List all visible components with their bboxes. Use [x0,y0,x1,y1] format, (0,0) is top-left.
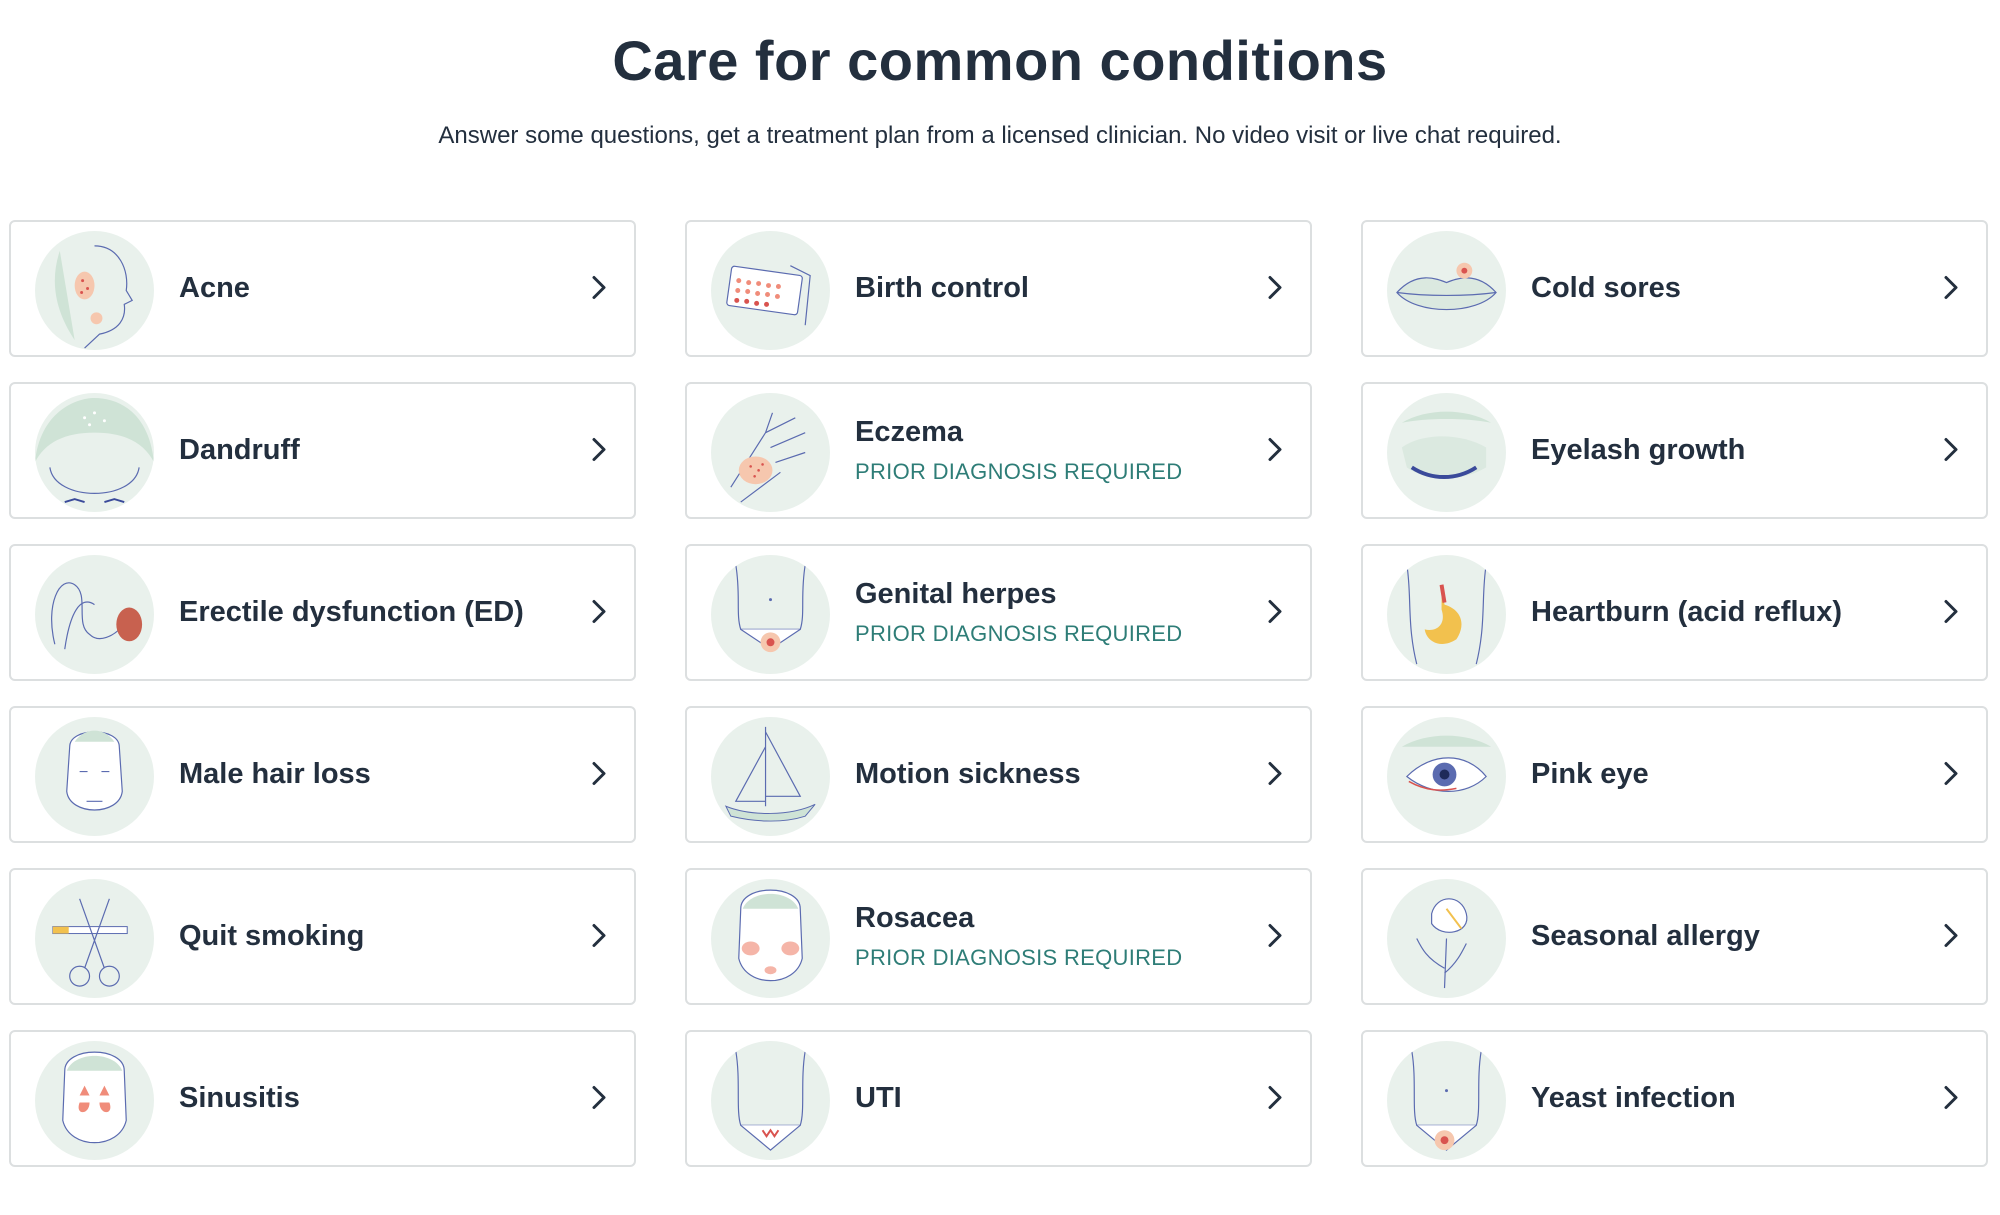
lips-icon [1387,231,1506,350]
chevron-right-icon [584,272,614,302]
card-text: Male hair loss [179,708,371,841]
chevron-right-icon [1260,920,1290,950]
condition-card-heartburn-acid-reflux[interactable]: Heartburn (acid reflux) [1361,544,1988,681]
conditions-grid: Acne Birth control Cold sores Dandruff Eczem… [9,220,1989,1167]
condition-name: Heartburn (acid reflux) [1531,596,1842,628]
condition-card-quit-smoking[interactable]: Quit smoking [9,868,636,1005]
condition-name: Cold sores [1531,272,1681,304]
card-text: Eczema PRIOR DIAGNOSIS REQUIRED [855,384,1182,517]
chevron-right-icon [1936,596,1966,626]
card-text: Yeast infection [1531,1032,1736,1165]
prior-diagnosis-badge: PRIOR DIAGNOSIS REQUIRED [855,621,1183,646]
condition-card-eyelash-growth[interactable]: Eyelash growth [1361,382,1988,519]
card-text: Dandruff [179,384,300,517]
condition-name: Birth control [855,272,1029,304]
condition-card-rosacea[interactable]: Rosacea PRIOR DIAGNOSIS REQUIRED [685,868,1312,1005]
condition-card-uti[interactable]: UTI [685,1030,1312,1167]
condition-name: Sinusitis [179,1082,300,1114]
acne-face-icon [35,231,154,350]
condition-name: Motion sickness [855,758,1081,790]
condition-card-pink-eye[interactable]: Pink eye [1361,706,1988,843]
condition-name: Genital herpes [855,578,1057,610]
card-text: Eyelash growth [1531,384,1745,517]
condition-card-cold-sores[interactable]: Cold sores [1361,220,1988,357]
condition-name: Dandruff [179,434,300,466]
chevron-right-icon [1936,758,1966,788]
condition-name: Rosacea [855,902,975,934]
chevron-right-icon [1936,1082,1966,1112]
sinus-face-icon [35,1041,154,1160]
chevron-right-icon [584,920,614,950]
card-text: UTI [855,1032,902,1165]
condition-name: Pink eye [1531,758,1649,790]
closed-eye-icon [1387,393,1506,512]
scalp-icon [35,393,154,512]
condition-card-motion-sickness[interactable]: Motion sickness [685,706,1312,843]
chevron-right-icon [584,434,614,464]
card-text: Erectile dysfunction (ED) [179,546,524,679]
page-subtitle: Answer some questions, get a treatment p… [438,122,1562,149]
card-text: Seasonal allergy [1531,870,1760,1003]
lower-torso-icon [711,1041,830,1160]
condition-name: Male hair loss [179,758,371,790]
torso-spot-icon [1387,1041,1506,1160]
chevron-right-icon [1260,596,1290,626]
chevron-right-icon [1260,272,1290,302]
card-text: Heartburn (acid reflux) [1531,546,1842,679]
flushed-face-icon [711,879,830,998]
prior-diagnosis-badge: PRIOR DIAGNOSIS REQUIRED [855,459,1183,484]
chevron-right-icon [1260,1082,1290,1112]
condition-card-male-hair-loss[interactable]: Male hair loss [9,706,636,843]
condition-name: Quit smoking [179,920,365,952]
condition-card-genital-herpes[interactable]: Genital herpes PRIOR DIAGNOSIS REQUIRED [685,544,1312,681]
chevron-right-icon [584,596,614,626]
card-text: Acne [179,222,250,355]
condition-card-acne[interactable]: Acne [9,220,636,357]
stomach-icon [1387,555,1506,674]
condition-name: Eczema [855,416,964,448]
card-text: Motion sickness [855,708,1081,841]
chevron-right-icon [1260,434,1290,464]
condition-card-dandruff[interactable]: Dandruff [9,382,636,519]
card-text: Rosacea PRIOR DIAGNOSIS REQUIRED [855,870,1182,1003]
sailboat-icon [711,717,830,836]
condition-name: Eyelash growth [1531,434,1746,466]
card-text: Sinusitis [179,1032,300,1165]
chevron-right-icon [1936,920,1966,950]
condition-card-seasonal-allergy[interactable]: Seasonal allergy [1361,868,1988,1005]
pill-pack-icon [711,231,830,350]
page-title: Care for common conditions [612,29,1388,92]
flower-icon [1387,879,1506,998]
condition-name: Acne [179,272,250,304]
prior-diagnosis-badge: PRIOR DIAGNOSIS REQUIRED [855,945,1183,970]
condition-name: UTI [855,1082,902,1114]
chevron-right-icon [584,1082,614,1112]
card-text: Pink eye [1531,708,1649,841]
card-text: Cold sores [1531,222,1681,355]
chevron-right-icon [1936,272,1966,302]
card-text: Birth control [855,222,1029,355]
condition-card-birth-control[interactable]: Birth control [685,220,1312,357]
card-text: Quit smoking [179,870,364,1003]
scissors-cigarette-icon [35,879,154,998]
chevron-right-icon [1260,758,1290,788]
condition-name: Erectile dysfunction (ED) [179,596,524,628]
condition-card-yeast-infection[interactable]: Yeast infection [1361,1030,1988,1167]
pelvis-spot-icon [711,555,830,674]
condition-card-erectile-dysfunction-ed[interactable]: Erectile dysfunction (ED) [9,544,636,681]
condition-card-sinusitis[interactable]: Sinusitis [9,1030,636,1167]
chevron-right-icon [1936,434,1966,464]
condition-card-eczema[interactable]: Eczema PRIOR DIAGNOSIS REQUIRED [685,382,1312,519]
ed-icon [35,555,154,674]
male-face-icon [35,717,154,836]
eye-icon [1387,717,1506,836]
condition-name: Yeast infection [1531,1082,1736,1114]
hand-rash-icon [711,393,830,512]
card-text: Genital herpes PRIOR DIAGNOSIS REQUIRED [855,546,1182,679]
chevron-right-icon [584,758,614,788]
condition-name: Seasonal allergy [1531,920,1760,952]
